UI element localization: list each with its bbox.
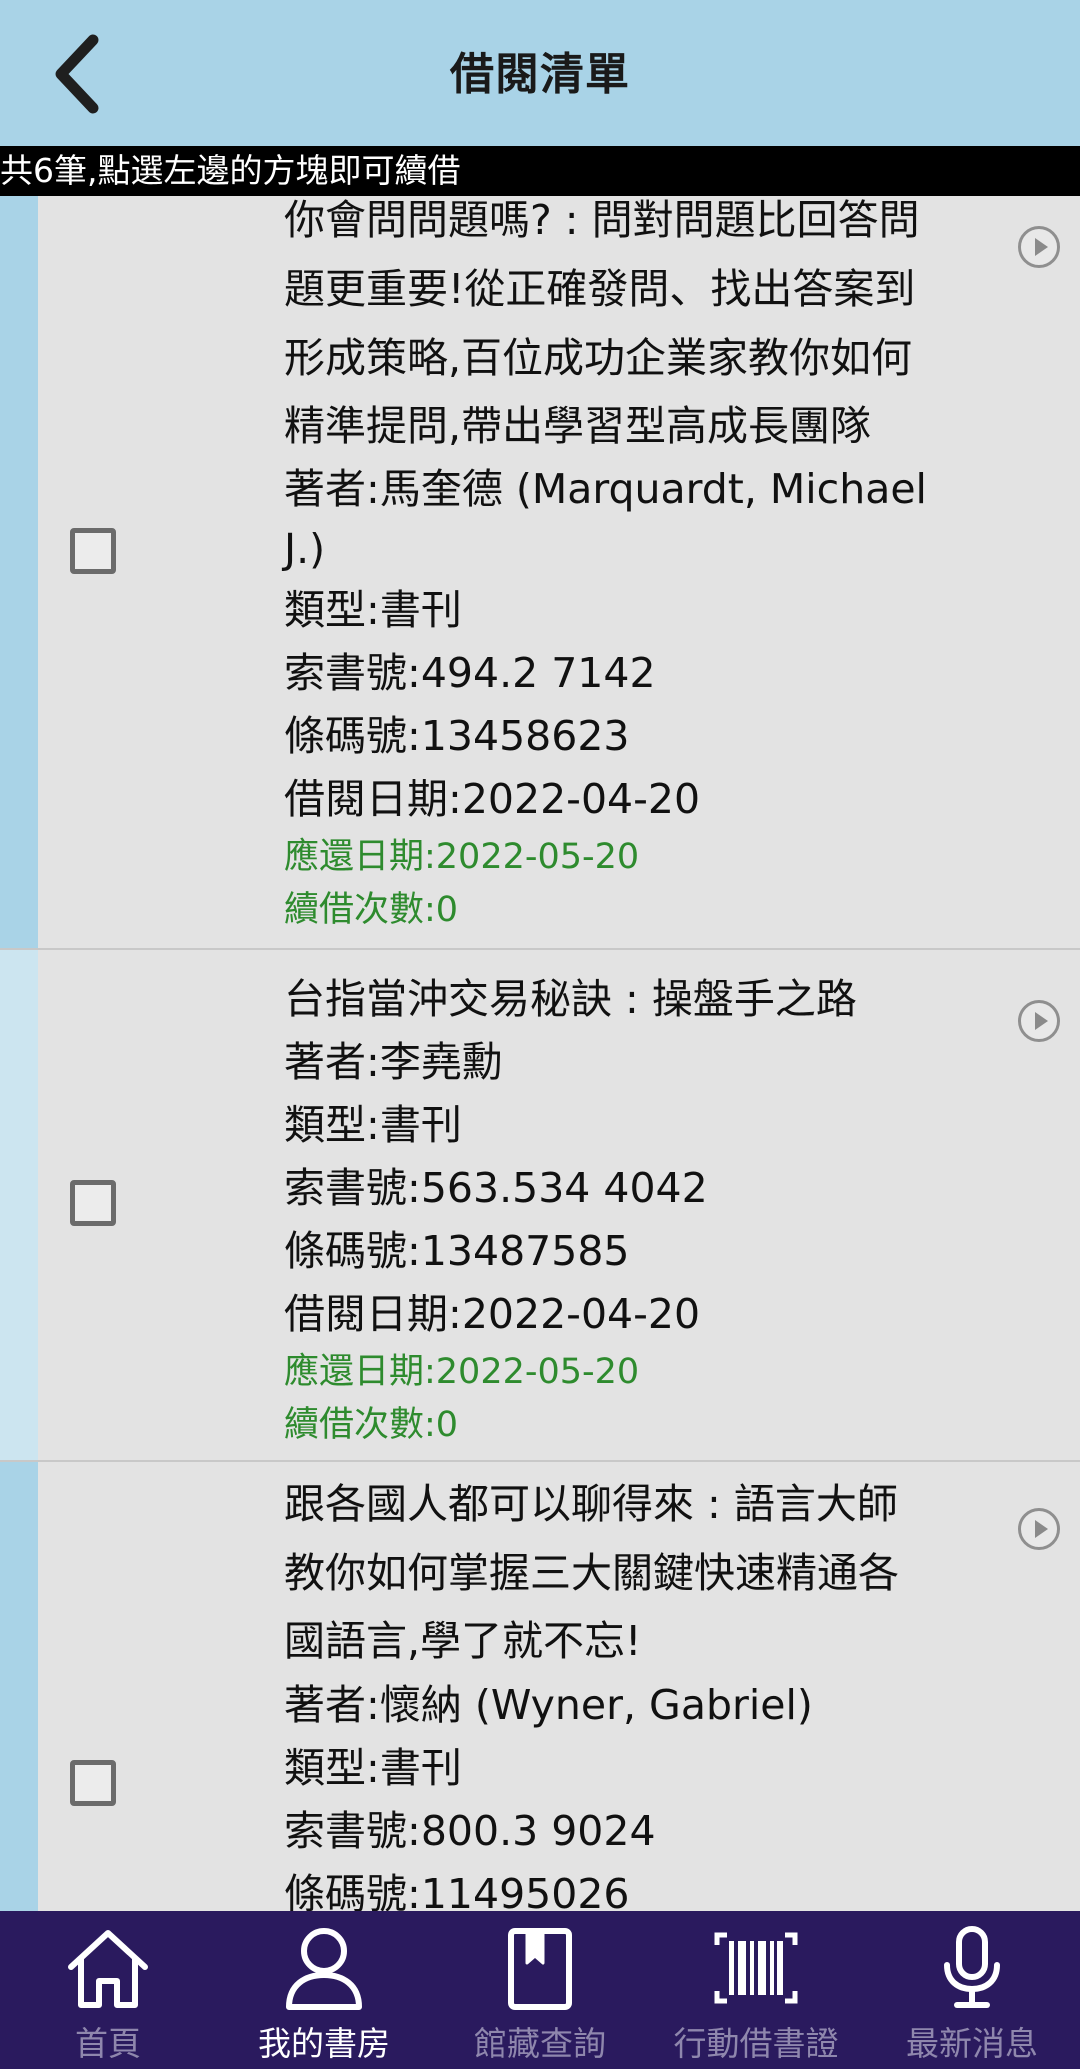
book-title-line: 台指當沖交易秘訣 : 操盤手之路	[284, 975, 857, 1023]
barcode-number: 條碼號:13458623	[284, 712, 630, 760]
book-type: 類型:書刊	[284, 1101, 462, 1149]
tab-label: 行動借書證	[673, 2024, 839, 2063]
book-title-line: 形成策略,百位成功企業家教你如何	[284, 334, 913, 382]
tab-label: 館藏查詢	[474, 2024, 606, 2063]
renew-checkbox[interactable]	[70, 1180, 116, 1226]
row-stripe	[0, 950, 38, 1460]
row-stripe	[0, 196, 38, 948]
tab-label: 我的書房	[258, 2024, 390, 2063]
book-title-line: 精準提問,帶出學習型高成長團隊	[284, 402, 872, 450]
call-number: 索書號:800.3 9024	[284, 1807, 656, 1855]
tab-label: 首頁	[75, 2024, 141, 2063]
renew-checkbox[interactable]	[70, 1760, 116, 1806]
row-stripe	[0, 1462, 38, 1911]
borrow-date: 借閱日期:2022-04-20	[284, 775, 701, 823]
detail-arrow-icon[interactable]	[1018, 1508, 1060, 1550]
detail-arrow-icon[interactable]	[1018, 1000, 1060, 1042]
home-icon	[68, 1930, 148, 2008]
tab-label: 最新消息	[906, 2024, 1038, 2063]
microphone-icon	[944, 1926, 1000, 2008]
detail-arrow-icon[interactable]	[1018, 226, 1060, 268]
borrowed-items-list: 你會問問題嗎? : 問對問題比回答問 題更重要!從正確發問、找出答案到 形成策略…	[0, 196, 1080, 1911]
app-header: 借閱清單	[0, 0, 1080, 146]
tab-my-study[interactable]: 我的書房	[216, 1911, 432, 2069]
book-title-line: 教你如何掌握三大關鍵快速精通各	[284, 1549, 899, 1597]
tab-news[interactable]: 最新消息	[864, 1911, 1080, 2069]
tab-mobile-library-card[interactable]: 行動借書證	[648, 1911, 864, 2069]
book-author: 著者:馬奎德 (Marquardt, Michael	[284, 465, 927, 513]
book-title-line: 國語言,學了就不忘!	[284, 1617, 642, 1665]
book-author: 著者:懷納 (Wyner, Gabriel)	[284, 1681, 813, 1729]
borrow-date: 借閱日期:2022-04-20	[284, 1290, 701, 1338]
barcode-number: 條碼號:11495026	[284, 1870, 630, 1911]
book-type: 類型:書刊	[284, 1744, 462, 1792]
call-number: 索書號:494.2 7142	[284, 649, 656, 697]
due-date: 應還日期:2022-05-20	[284, 837, 640, 877]
book-title-line: 題更重要!從正確發問、找出答案到	[284, 265, 916, 313]
user-icon	[286, 1928, 362, 2010]
list-item: 台指當沖交易秘訣 : 操盤手之路 著者:李堯勳 類型:書刊 索書號:563.53…	[0, 950, 1080, 1462]
page-title: 借閱清單	[450, 49, 630, 100]
barcode-icon	[714, 1932, 798, 2004]
renew-checkbox[interactable]	[70, 528, 116, 574]
book-type: 類型:書刊	[284, 586, 462, 634]
book-author-cont: J.)	[284, 525, 326, 573]
tab-home[interactable]: 首頁	[0, 1911, 216, 2069]
call-number: 索書號:563.534 4042	[284, 1164, 708, 1212]
book-title-line: 你會問問題嗎? : 問對問題比回答問	[284, 196, 920, 244]
bottom-tab-bar: 首頁 我的書房 館藏查詢 行動借書證 最新消息	[0, 1911, 1080, 2069]
due-date: 應還日期:2022-05-20	[284, 1352, 640, 1392]
book-icon	[508, 1928, 572, 2010]
list-item: 你會問問題嗎? : 問對問題比回答問 題更重要!從正確發問、找出答案到 形成策略…	[0, 196, 1080, 950]
barcode-number: 條碼號:13487585	[284, 1227, 630, 1275]
tab-catalog-search[interactable]: 館藏查詢	[432, 1911, 648, 2069]
renew-hint-bar: 共6筆,點選左邊的方塊即可續借	[0, 146, 1080, 196]
renew-count: 續借次數:0	[284, 1405, 459, 1445]
borrow-list-screen: 借閱清單 共6筆,點選左邊的方塊即可續借 你會問問題嗎? : 問對問題比回答問 …	[0, 0, 1080, 2069]
book-title-line: 跟各國人都可以聊得來 : 語言大師	[284, 1480, 898, 1528]
renew-count: 續借次數:0	[284, 890, 459, 930]
book-author: 著者:李堯勳	[284, 1038, 503, 1086]
list-item: 跟各國人都可以聊得來 : 語言大師 教你如何掌握三大關鍵快速精通各 國語言,學了…	[0, 1462, 1080, 1911]
